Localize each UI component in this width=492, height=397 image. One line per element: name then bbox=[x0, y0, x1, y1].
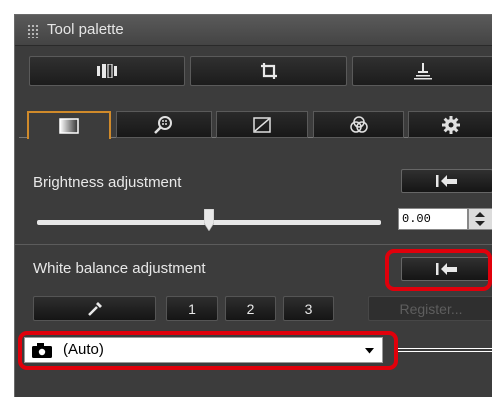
callout-line bbox=[398, 351, 492, 352]
stamp-icon bbox=[414, 63, 432, 80]
title-bar[interactable]: Tool palette bbox=[15, 15, 492, 46]
wb-preset-2-button[interactable]: 2 bbox=[225, 296, 276, 321]
section-divider bbox=[15, 244, 492, 245]
compare-button[interactable] bbox=[29, 56, 185, 86]
brightness-spinner[interactable] bbox=[468, 208, 492, 230]
crop-button[interactable] bbox=[190, 56, 347, 86]
basic-adjust-icon bbox=[59, 118, 79, 134]
eyedropper-button[interactable] bbox=[33, 296, 156, 321]
tab-bar bbox=[19, 97, 492, 139]
tone-curve-icon bbox=[253, 116, 271, 133]
color-adjust-icon bbox=[349, 115, 368, 133]
tab-tone-curve[interactable] bbox=[216, 111, 308, 138]
callout-line bbox=[398, 348, 492, 349]
settings-gear-icon bbox=[442, 115, 460, 134]
brightness-label: Brightness adjustment bbox=[33, 174, 182, 191]
crop-icon bbox=[260, 63, 277, 79]
compare-icon bbox=[97, 64, 117, 78]
tab-magnify[interactable] bbox=[116, 111, 212, 138]
brightness-slider-thumb[interactable] bbox=[204, 209, 214, 231]
spinner-arrows-icon bbox=[475, 212, 485, 226]
palette-title: Tool palette bbox=[47, 21, 124, 38]
magnify-icon bbox=[154, 115, 172, 134]
brightness-value-input[interactable]: 0.00 bbox=[398, 208, 468, 230]
register-button[interactable]: Register... bbox=[368, 296, 492, 321]
white-balance-label: White balance adjustment bbox=[33, 260, 206, 277]
reset-arrow-icon bbox=[436, 175, 457, 187]
tab-basic-adjust[interactable] bbox=[27, 111, 111, 139]
tab-color-adjust[interactable] bbox=[313, 111, 404, 138]
wb-preset-3-button[interactable]: 3 bbox=[283, 296, 334, 321]
stamp-button[interactable] bbox=[352, 56, 492, 86]
tab-settings[interactable] bbox=[408, 111, 492, 138]
highlight-wb-reset bbox=[385, 249, 492, 291]
grip-icon[interactable] bbox=[27, 24, 39, 38]
eyedropper-icon bbox=[87, 301, 102, 316]
brightness-reset-button[interactable] bbox=[401, 169, 492, 193]
highlight-wb-select bbox=[18, 331, 398, 370]
wb-preset-1-button[interactable]: 1 bbox=[166, 296, 218, 321]
